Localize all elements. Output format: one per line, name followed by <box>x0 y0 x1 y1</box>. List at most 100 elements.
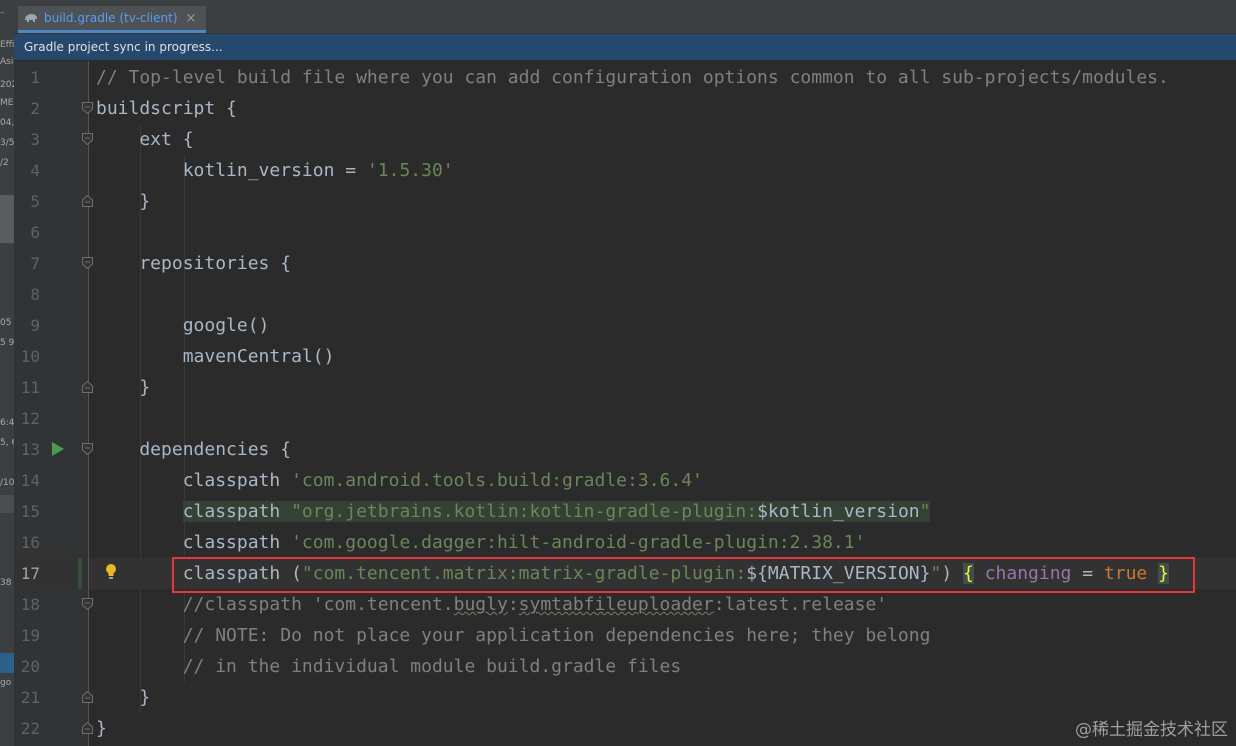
code-token: " <box>930 563 942 584</box>
code-line[interactable]: 2 buildscript { <box>14 93 1236 124</box>
code-text[interactable]: } <box>89 186 1236 217</box>
code-line[interactable]: 18 //classpath 'com.tencent.bugly:symtab… <box>14 589 1236 620</box>
left-panel-fragment: 5 9: <box>0 338 14 348</box>
code-text[interactable]: //classpath 'com.tencent.bugly:symtabfil… <box>89 589 1236 620</box>
code-token: } <box>96 718 107 739</box>
code-token: // in the individual module build.gradle… <box>96 656 682 677</box>
code-line[interactable]: 10 mavenCentral() <box>14 341 1236 372</box>
code-token: dependencies { <box>96 439 292 460</box>
left-panel-fragment: 38 <box>0 578 12 588</box>
code-line[interactable]: 20 // in the individual module build.gra… <box>14 651 1236 682</box>
code-line[interactable]: 17 classpath ("com.tencent.matrix:matrix… <box>14 558 1236 589</box>
code-token: } <box>96 191 151 212</box>
code-line[interactable]: 13 dependencies { <box>14 434 1236 465</box>
left-panel-fragment: 5, 6 <box>0 438 14 448</box>
code-line[interactable]: 11 } <box>14 372 1236 403</box>
code-text[interactable]: // Top-level build file where you can ad… <box>89 62 1236 93</box>
code-text[interactable]: classpath 'com.google.dagger:hilt-androi… <box>89 527 1236 558</box>
vcs-change-marker[interactable] <box>78 558 82 589</box>
code-token: } <box>1158 563 1169 584</box>
left-panel-fragment: 3/5 <box>0 138 14 148</box>
line-number: 4 <box>30 161 40 180</box>
code-text[interactable]: dependencies { <box>89 434 1236 465</box>
code-editor[interactable]: 1 // Top-level build file where you can a… <box>14 61 1236 746</box>
code-token: //classpath 'com.tencent. <box>96 594 454 615</box>
code-token: } <box>96 377 151 398</box>
code-text[interactable]: google() <box>89 310 1236 341</box>
code-text[interactable]: repositories { <box>89 248 1236 279</box>
code-token: ext { <box>96 129 194 150</box>
left-panel-fragment: 6:4 <box>0 418 14 428</box>
code-line[interactable]: 8 <box>14 279 1236 310</box>
code-line[interactable]: 22} <box>14 713 1236 744</box>
code-token: bugly <box>453 594 508 615</box>
code-token: 'com.google.dagger:hilt-android-gradle-p… <box>291 532 866 553</box>
code-line[interactable]: 16 classpath 'com.google.dagger:hilt-and… <box>14 527 1236 558</box>
code-token: } <box>96 687 151 708</box>
code-text[interactable]: kotlin_version = '1.5.30' <box>89 155 1236 186</box>
code-line[interactable]: 1 // Top-level build file where you can a… <box>14 62 1236 93</box>
code-text[interactable]: ext { <box>89 124 1236 155</box>
code-line[interactable]: 14 classpath 'com.android.tools.build:gr… <box>14 465 1236 496</box>
code-line[interactable]: 9 google() <box>14 310 1236 341</box>
code-line[interactable]: 21 } <box>14 682 1236 713</box>
tab-build-gradle[interactable]: build.gradle (tv-client) × <box>18 6 206 33</box>
line-number: 3 <box>30 130 40 149</box>
left-panel-fragment: 202 <box>0 80 14 90</box>
code-line[interactable]: 12 <box>14 403 1236 434</box>
line-number: 7 <box>30 254 40 273</box>
left-panel-block <box>0 495 14 513</box>
code-line[interactable]: 3 ext { <box>14 124 1236 155</box>
left-panel-fragment: /2 <box>0 158 9 168</box>
lightbulb-icon[interactable] <box>104 563 118 581</box>
code-text[interactable]: mavenCentral() <box>89 341 1236 372</box>
code-token: ${MATRIX_VERSION} <box>746 563 931 584</box>
code-token: '1.5.30' <box>366 160 454 181</box>
code-text[interactable]: classpath ("com.tencent.matrix:matrix-gr… <box>89 558 1236 589</box>
left-panel-sliver: – Effi Asia 202 ME 04, 3/5/2 05 5 9: 6:4 5, 6/10 38… <box>0 0 14 746</box>
code-text[interactable] <box>89 403 1236 434</box>
code-text[interactable] <box>89 217 1236 248</box>
run-gutter-icon[interactable] <box>52 442 64 456</box>
code-text[interactable]: // NOTE: Do not place your application d… <box>89 620 1236 651</box>
code-token: 'com.android.tools.build:gradle:3.6.4' <box>291 470 703 491</box>
code-text[interactable]: } <box>89 682 1236 713</box>
line-number: 1 <box>30 68 40 87</box>
code-token: changing <box>984 563 1072 584</box>
code-text[interactable]: // in the individual module build.gradle… <box>89 651 1236 682</box>
watermark: @稀土掘金技术社区 <box>1075 720 1228 740</box>
code-text[interactable]: classpath 'com.android.tools.build:gradl… <box>89 465 1236 496</box>
left-panel-fragment: /10 <box>0 478 14 488</box>
line-number: 8 <box>30 285 40 304</box>
code-token: " <box>919 501 931 522</box>
code-line[interactable]: 7 repositories { <box>14 248 1236 279</box>
left-panel-fragment: Asia <box>0 57 14 67</box>
code-text[interactable] <box>89 279 1236 310</box>
code-token: : <box>507 594 519 615</box>
code-text[interactable]: } <box>89 372 1236 403</box>
code-token: classpath <box>96 470 292 491</box>
code-text[interactable]: classpath "org.jetbrains.kotlin:kotlin-g… <box>89 496 1236 527</box>
line-number: 6 <box>30 223 40 242</box>
line-number: 20 <box>20 657 40 676</box>
line-number: 12 <box>20 409 40 428</box>
code-line[interactable]: 19 // NOTE: Do not place your applicatio… <box>14 620 1236 651</box>
code-line[interactable]: 15 classpath "org.jetbrains.kotlin:kotli… <box>14 496 1236 527</box>
tab-title: build.gradle (tv-client) <box>44 11 178 25</box>
code-line[interactable]: 6 <box>14 217 1236 248</box>
code-text[interactable]: } <box>89 713 1236 744</box>
line-number: 5 <box>30 192 40 211</box>
line-number: 2 <box>30 99 40 118</box>
code-line[interactable]: 5 } <box>14 186 1236 217</box>
left-panel-fragment: 04, <box>0 118 14 128</box>
code-token: = <box>1071 563 1104 584</box>
line-number: 22 <box>20 719 40 738</box>
line-number: 17 <box>20 564 40 583</box>
code-text[interactable]: buildscript { <box>89 93 1236 124</box>
close-icon[interactable]: × <box>186 11 197 26</box>
code-line[interactable]: 4 kotlin_version = '1.5.30' <box>14 155 1236 186</box>
left-panel-block <box>0 195 14 243</box>
line-number: 11 <box>20 378 40 397</box>
